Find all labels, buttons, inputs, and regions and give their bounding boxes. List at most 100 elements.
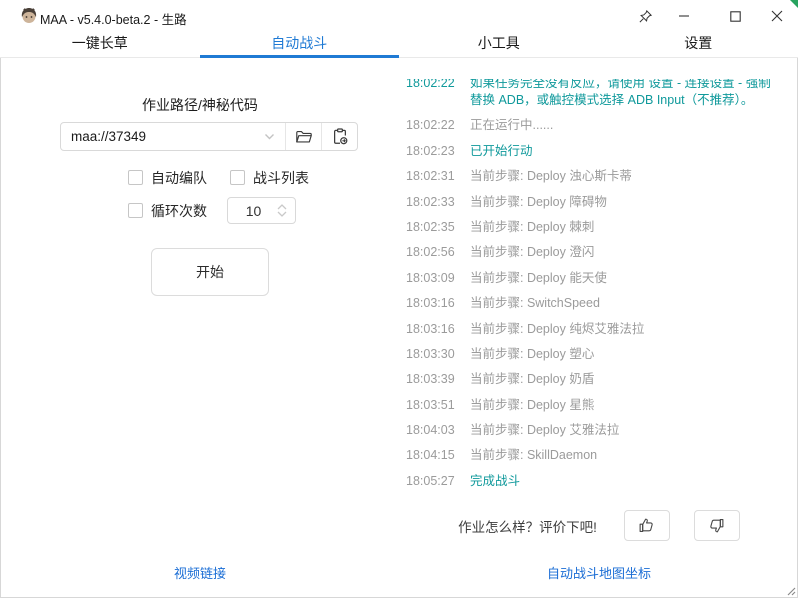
log-entry: 18:03:30 当前步骤: Deploy 塑心 xyxy=(406,346,794,363)
log-timestamp: 18:03:39 xyxy=(406,371,456,388)
app-icon xyxy=(20,7,38,25)
log-message: 当前步骤: Deploy 纯烬艾雅法拉 xyxy=(470,321,794,338)
log-timestamp: 18:03:30 xyxy=(406,346,456,363)
checkbox-icon xyxy=(128,170,143,185)
loop-count-stepper[interactable]: 10 xyxy=(227,197,296,224)
log-timestamp: 18:04:15 xyxy=(406,447,456,464)
loop-times-checkbox[interactable]: 循环次数 xyxy=(128,201,207,221)
folder-icon xyxy=(295,129,313,145)
log-timestamp: 18:04:03 xyxy=(406,422,456,439)
log-message: 当前步骤: Deploy 障碍物 xyxy=(470,194,794,211)
title-bar: MAA - v5.4.0-beta.2 - 生路 xyxy=(0,0,798,32)
log-view[interactable]: 18:02:22 如果任务完全没有反应，请使用 设置 - 连接设置 - 强制替换 … xyxy=(406,79,794,499)
open-file-button[interactable] xyxy=(285,123,321,150)
log-entry: 18:02:56 当前步骤: Deploy 澄闪 xyxy=(406,244,794,261)
tab-copilot[interactable]: 自动战斗 xyxy=(200,32,400,57)
maximize-button[interactable] xyxy=(718,0,752,32)
log-timestamp: 18:03:51 xyxy=(406,397,456,414)
checkbox-icon xyxy=(230,170,245,185)
rating-row: 作业怎么样？评价下吧! xyxy=(400,510,798,541)
log-message: 当前步骤: Deploy 星熊 xyxy=(470,397,794,414)
log-entry: 18:03:09当前步骤: Deploy 能天使 xyxy=(406,270,794,287)
auto-squad-label: 自动编队 xyxy=(151,168,207,188)
log-message: 已开始行动 xyxy=(470,143,794,160)
log-timestamp: 18:03:16 xyxy=(406,295,456,312)
path-combobox[interactable]: maa://37349 xyxy=(61,123,285,150)
battle-list-checkbox[interactable]: 战斗列表 xyxy=(230,168,309,188)
log-entry: 18:03:16当前步骤: SwitchSpeed xyxy=(406,295,794,312)
log-timestamp: 18:02:56 xyxy=(406,244,456,261)
log-entry: 18:04:03 当前步骤: Deploy 艾雅法拉 xyxy=(406,422,794,439)
loop-count-value: 10 xyxy=(228,203,273,219)
log-timestamp: 18:02:22 xyxy=(406,79,456,92)
log-message: 完成战斗 xyxy=(470,473,794,490)
chevron-down-icon xyxy=(263,130,276,143)
battle-list-label: 战斗列表 xyxy=(253,168,309,188)
copilot-left-panel: 作业路径/神秘代码 maa://37349 xyxy=(0,58,400,598)
pin-button[interactable] xyxy=(628,0,662,32)
close-icon xyxy=(771,10,783,22)
log-timestamp: 18:02:23 xyxy=(406,143,456,160)
log-timestamp: 18:02:22 xyxy=(406,117,456,134)
log-timestamp: 18:02:35 xyxy=(406,219,456,236)
log-message: 当前步骤: Deploy 棘刺 xyxy=(470,219,794,236)
tab-settings[interactable]: 设置 xyxy=(599,32,798,57)
log-entry: 18:02:23 已开始行动 xyxy=(406,143,794,160)
checkbox-row-1: 自动编队 战斗列表 xyxy=(128,169,309,186)
chevron-down-icon xyxy=(277,211,287,217)
loop-times-label: 循环次数 xyxy=(151,201,207,221)
checkbox-row-2: 循环次数 10 xyxy=(128,197,296,224)
log-entry: 18:02:22 正在运行中...... xyxy=(406,117,794,134)
log-entry: 18:05:27 完成战斗 xyxy=(406,473,794,490)
clipboard-paste-icon xyxy=(332,128,348,145)
chevron-up-icon xyxy=(277,204,287,210)
log-timestamp: 18:02:33 xyxy=(406,194,456,211)
thumbs-down-button[interactable] xyxy=(694,510,740,541)
log-message: 如果任务完全没有反应，请使用 设置 - 连接设置 - 强制替换 ADB，或触控模… xyxy=(470,79,794,109)
minimize-icon xyxy=(678,10,690,22)
path-label: 作业路径/神秘代码 xyxy=(0,95,400,115)
rating-prompt: 作业怎么样？评价下吧! xyxy=(458,516,597,536)
log-message: 正在运行中...... xyxy=(470,117,794,134)
log-message: 当前步骤: Deploy 澄闪 xyxy=(470,244,794,261)
paste-clipboard-button[interactable] xyxy=(321,123,357,150)
checkbox-icon xyxy=(128,203,143,218)
log-timestamp: 18:03:16 xyxy=(406,321,456,338)
log-message: 当前步骤: Deploy 塑心 xyxy=(470,346,794,363)
thumbs-up-button[interactable] xyxy=(624,510,670,541)
log-entry: 18:02:33 当前步骤: Deploy 障碍物 xyxy=(406,194,794,211)
minimize-button[interactable] xyxy=(667,0,701,32)
video-link[interactable]: 视频链接 xyxy=(0,563,400,582)
pushpin-icon xyxy=(638,9,653,24)
log-list: 18:02:22 如果任务完全没有反应，请使用 设置 - 连接设置 - 强制替换 … xyxy=(406,79,794,490)
log-message: 当前步骤: Deploy 浊心斯卡蒂 xyxy=(470,168,794,185)
tab-bar: 一键长草 自动战斗 小工具 设置 xyxy=(0,32,798,58)
map-coords-link[interactable]: 自动战斗地图坐标 xyxy=(400,563,798,582)
resize-grip[interactable] xyxy=(786,586,796,596)
log-entry: 18:03:51 当前步骤: Deploy 星熊 xyxy=(406,397,794,414)
path-value: maa://37349 xyxy=(71,129,146,144)
tab-tools[interactable]: 小工具 xyxy=(399,32,599,57)
log-entry: 18:02:22 如果任务完全没有反应，请使用 设置 - 连接设置 - 强制替换 … xyxy=(406,79,794,109)
tab-farming[interactable]: 一键长草 xyxy=(0,32,200,57)
log-timestamp: 18:05:27 xyxy=(406,473,456,490)
copilot-log-panel: 18:02:22 如果任务完全没有反应，请使用 设置 - 连接设置 - 强制替换 … xyxy=(400,58,798,598)
log-entry: 18:02:35 当前步骤: Deploy 棘刺 xyxy=(406,219,794,236)
thumbs-down-icon xyxy=(708,517,725,534)
log-entry: 18:03:39 当前步骤: Deploy 奶盾 xyxy=(406,371,794,388)
log-entry: 18:04:15 当前步骤: SkillDaemon xyxy=(406,447,794,464)
stepper-arrows[interactable] xyxy=(273,204,295,217)
log-entry: 18:02:31当前步骤: Deploy 浊心斯卡蒂 xyxy=(406,168,794,185)
log-message: 当前步骤: Deploy 奶盾 xyxy=(470,371,794,388)
log-entry: 18:03:16 当前步骤: Deploy 纯烬艾雅法拉 xyxy=(406,321,794,338)
app-window: MAA - v5.4.0-beta.2 - 生路 xyxy=(0,0,798,598)
log-timestamp: 18:03:09 xyxy=(406,270,456,287)
log-message: 当前步骤: Deploy 艾雅法拉 xyxy=(470,422,794,439)
thumbs-up-icon xyxy=(638,517,655,534)
path-input-group: maa://37349 xyxy=(60,122,358,151)
start-button[interactable]: 开始 xyxy=(151,248,269,296)
auto-squad-checkbox[interactable]: 自动编队 xyxy=(128,168,207,188)
close-button[interactable] xyxy=(760,0,794,32)
maximize-icon xyxy=(730,11,741,22)
log-message: 当前步骤: SkillDaemon xyxy=(470,447,794,464)
